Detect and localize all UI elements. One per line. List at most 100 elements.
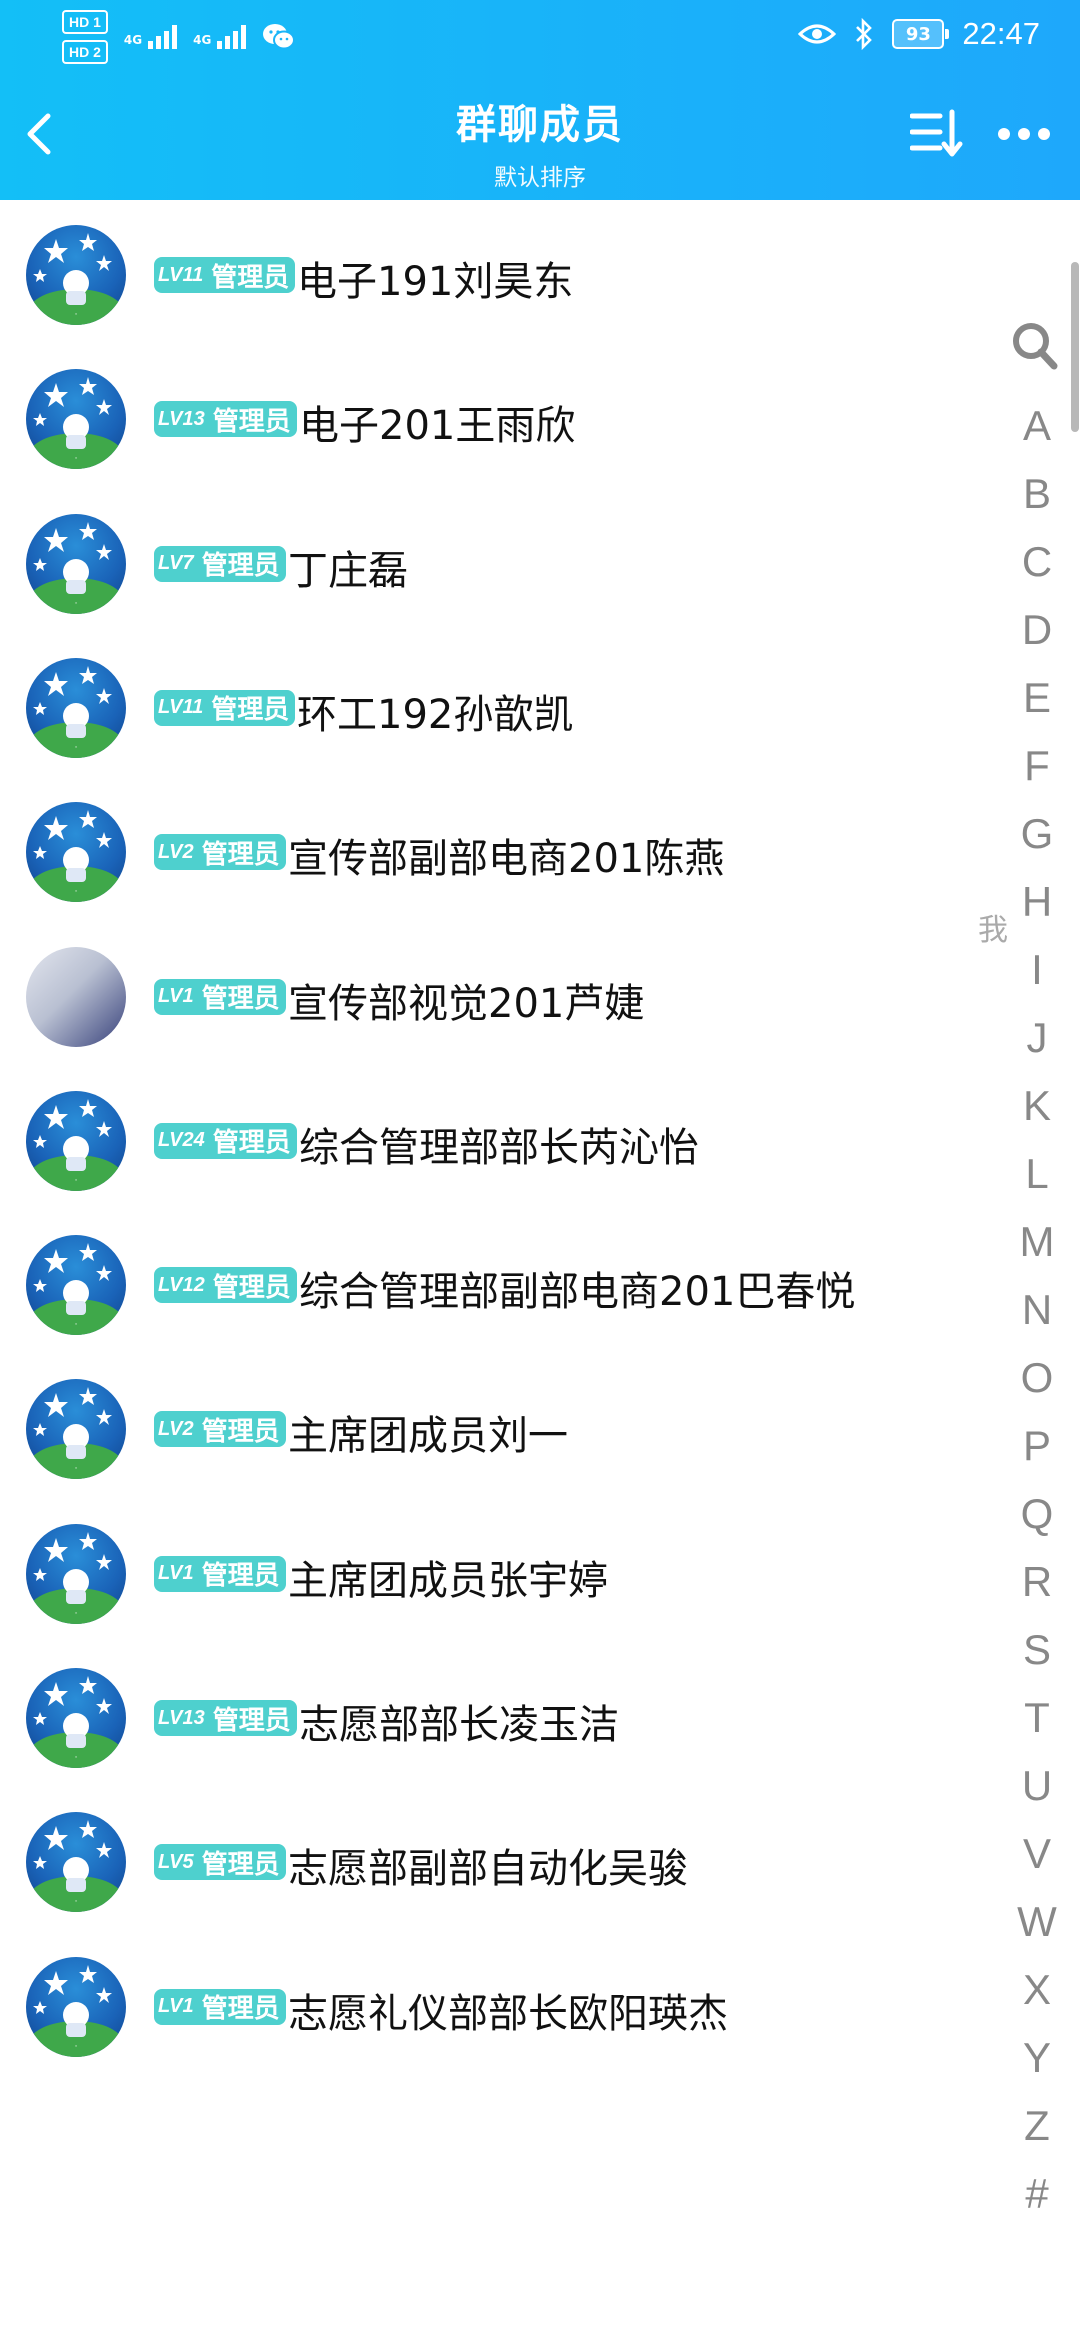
member-name: 电子201王雨欣	[299, 403, 576, 450]
member-row[interactable]: · LV2 管理员 主席团成员刘一	[0, 1359, 1000, 1503]
index-letter[interactable]: J	[1010, 1014, 1064, 1062]
svg-text:·: ·	[75, 743, 78, 753]
member-row[interactable]: · LV11 管理员 环工192孙歆凯	[0, 638, 1000, 782]
role-label: 管理员	[201, 838, 280, 869]
admin-level-badge: LV2 管理员	[154, 834, 286, 871]
level-label: LV13	[158, 407, 205, 430]
index-letter[interactable]: M	[1010, 1218, 1064, 1266]
svg-text:·: ·	[75, 454, 78, 464]
index-letter[interactable]: I	[1010, 946, 1064, 994]
member-row[interactable]: · LV7 管理员 丁庄磊	[0, 494, 1000, 638]
signal2-icon: 4G	[193, 25, 247, 49]
avatar[interactable]: ·	[26, 369, 126, 470]
avatar[interactable]: ·	[26, 1235, 126, 1336]
member-row[interactable]: LV1 管理员 宣传部视觉201芦婕	[0, 927, 1000, 1071]
index-letter[interactable]: E	[1010, 674, 1064, 722]
member-row[interactable]: · LV12 管理员 综合管理部副部电商201巴春悦	[0, 1215, 1000, 1359]
level-label: LV1	[158, 985, 194, 1008]
index-letter[interactable]: V	[1010, 1830, 1064, 1878]
index-letter[interactable]: S	[1010, 1626, 1064, 1674]
status-right: 93 22:47	[798, 16, 1040, 52]
index-letter[interactable]: X	[1010, 1966, 1064, 2014]
index-letter[interactable]: Y	[1010, 2034, 1064, 2082]
member-row[interactable]: · LV24 管理员 综合管理部部长芮沁怡	[0, 1071, 1000, 1215]
member-row[interactable]: · LV2 管理员 宣传部副部电商201陈燕	[0, 782, 1000, 926]
avatar[interactable]: ·	[26, 513, 126, 614]
member-name: 主席团成员张宇婷	[288, 1557, 608, 1604]
nav-bar: 群聊成员 默认排序	[0, 78, 1080, 200]
index-letter[interactable]: F	[1010, 742, 1064, 790]
network2-label: 4G	[193, 33, 212, 47]
avatar[interactable]: ·	[26, 1668, 126, 1769]
level-label: LV1	[158, 1562, 194, 1585]
member-name: 宣传部副部电商201陈燕	[288, 836, 725, 883]
role-label: 管理员	[211, 694, 290, 725]
member-name: 宣传部视觉201芦婕	[288, 980, 645, 1027]
level-label: LV5	[158, 1850, 194, 1873]
index-letter[interactable]: C	[1010, 538, 1064, 586]
member-row[interactable]: · LV13 管理员 志愿部部长凌玉洁	[0, 1648, 1000, 1792]
index-letter[interactable]: #	[1010, 2170, 1064, 2218]
member-row[interactable]: · LV1 管理员 志愿礼仪部部长欧阳瑛杰	[0, 1937, 1000, 2081]
network1-label: 4G	[123, 33, 143, 47]
avatar[interactable]: ·	[26, 1379, 126, 1480]
battery-level: 93	[905, 23, 931, 45]
bluetooth-icon	[856, 18, 873, 50]
eye-icon	[798, 24, 837, 44]
admin-level-badge: LV2 管理员	[154, 1411, 286, 1448]
index-letter[interactable]: O	[1010, 1354, 1064, 1402]
header: HD 1 HD 2 4G 4G 93 22:47 群聊成员 默认排序	[0, 0, 1080, 200]
index-letter[interactable]: H	[1010, 878, 1064, 926]
battery-icon: 93	[892, 19, 950, 49]
more-icon[interactable]	[994, 108, 1054, 160]
role-label: 管理员	[201, 1993, 280, 2024]
index-letter[interactable]: L	[1010, 1150, 1064, 1198]
index-letter[interactable]: A	[1010, 402, 1064, 450]
level-label: LV11	[158, 696, 204, 719]
index-letter[interactable]: Q	[1010, 1490, 1064, 1538]
svg-text:·: ·	[75, 1320, 78, 1330]
index-letter[interactable]: B	[1010, 470, 1064, 518]
search-icon[interactable]	[1010, 320, 1060, 374]
index-letter[interactable]: R	[1010, 1558, 1064, 1606]
admin-level-badge: LV11 管理员	[154, 257, 296, 294]
role-label: 管理员	[212, 1704, 291, 1735]
member-row[interactable]: · LV1 管理员 主席团成员张宇婷	[0, 1504, 1000, 1648]
avatar[interactable]: ·	[26, 657, 126, 758]
index-letter[interactable]: Z	[1010, 2102, 1064, 2150]
svg-text:·: ·	[75, 1609, 78, 1619]
role-label: 管理员	[211, 261, 290, 292]
status-left: HD 1 HD 2 4G 4G	[62, 10, 296, 64]
member-row[interactable]: · LV13 管理员 电子201王雨欣	[0, 349, 1000, 493]
role-label: 管理员	[201, 1560, 280, 1591]
index-letter[interactable]: P	[1010, 1422, 1064, 1470]
svg-text:·: ·	[75, 1753, 78, 1763]
member-name: 主席团成员刘一	[288, 1413, 568, 1460]
member-row[interactable]: · LV5 管理员 志愿部副部自动化吴骏	[0, 1792, 1000, 1936]
avatar[interactable]: ·	[26, 802, 126, 903]
level-label: LV2	[158, 1417, 194, 1440]
avatar[interactable]: ·	[26, 1523, 126, 1624]
member-row[interactable]: · LV11 管理员 电子191刘昊东	[0, 205, 1000, 349]
avatar[interactable]: ·	[26, 1812, 126, 1913]
avatar[interactable]	[26, 946, 126, 1047]
index-letter[interactable]: T	[1010, 1694, 1064, 1742]
index-letter[interactable]: W	[1010, 1898, 1064, 1946]
svg-text:·: ·	[75, 310, 78, 320]
sort-icon[interactable]	[910, 108, 966, 160]
admin-level-badge: LV12 管理员	[154, 1267, 297, 1304]
signal-icon: 4G	[123, 25, 178, 49]
svg-text:·: ·	[75, 887, 78, 897]
index-letter[interactable]: U	[1010, 1762, 1064, 1810]
avatar[interactable]: ·	[26, 225, 126, 326]
scrollbar[interactable]	[1071, 262, 1079, 432]
index-letter[interactable]: D	[1010, 606, 1064, 654]
admin-level-badge: LV13 管理员	[154, 1700, 297, 1737]
index-letter[interactable]: G	[1010, 810, 1064, 858]
avatar[interactable]: ·	[26, 1956, 126, 2057]
index-letter[interactable]: K	[1010, 1082, 1064, 1130]
member-name: 志愿部部长凌玉洁	[299, 1702, 619, 1749]
avatar[interactable]: ·	[26, 1090, 126, 1191]
index-letter[interactable]: N	[1010, 1286, 1064, 1334]
sort-mode-label[interactable]: 默认排序	[0, 158, 1080, 192]
